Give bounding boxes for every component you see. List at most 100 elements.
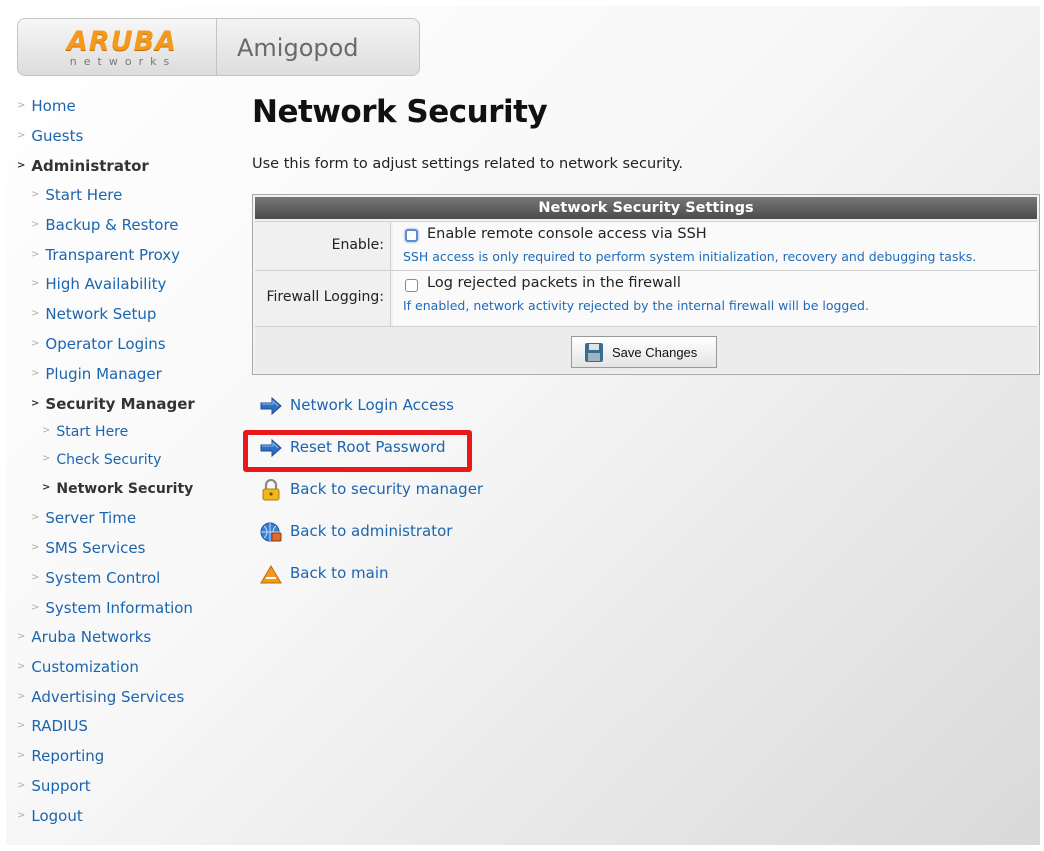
- chevron-right-icon: >: [17, 810, 26, 821]
- sidebar-item-label: Support: [31, 777, 91, 795]
- sidebar-item-guests[interactable]: > Guests: [17, 127, 83, 145]
- firewall-label-text: Firewall Logging:: [266, 289, 384, 305]
- sidebar-item-label: Operator Logins: [45, 335, 166, 353]
- sidebar-item-radius[interactable]: > RADIUS: [17, 717, 88, 735]
- chevron-right-icon: >: [31, 602, 40, 613]
- sidebar-item-logout[interactable]: > Logout: [17, 807, 83, 825]
- firewall-hint: If enabled, network activity rejected by…: [403, 298, 869, 313]
- sidebar-item-network-security[interactable]: > Network Security: [42, 481, 193, 497]
- save-row: Save Changes: [255, 326, 1037, 373]
- lock-icon: [262, 479, 280, 501]
- sidebar-item-support[interactable]: > Support: [17, 777, 91, 795]
- sidebar-item-label: Administrator: [31, 157, 149, 175]
- chevron-right-icon: >: [42, 425, 51, 436]
- network-security-form: Network Security Settings Enable: Enable…: [252, 194, 1040, 375]
- chevron-right-icon: >: [17, 780, 26, 791]
- chevron-right-icon: >: [31, 398, 40, 409]
- sidebar-item-label: Network Setup: [45, 305, 157, 323]
- enable-row: Enable: Enable remote console access via…: [255, 221, 1037, 270]
- sidebar-item-home[interactable]: > Home: [17, 97, 76, 115]
- floppy-disk-icon: [585, 343, 603, 362]
- chevron-right-icon: >: [17, 691, 26, 702]
- product-tab[interactable]: Amigopod: [217, 18, 420, 76]
- sidebar-item-aruba-networks[interactable]: > Aruba Networks: [17, 628, 151, 646]
- chevron-right-icon: >: [31, 368, 40, 379]
- sidebar-item-label: Backup & Restore: [45, 216, 179, 234]
- sidebar-item-label: System Information: [45, 599, 193, 617]
- sidebar-item-label: Aruba Networks: [31, 628, 152, 646]
- sidebar-item-label: Start Here: [56, 424, 129, 440]
- link-label: Back to administrator: [290, 522, 453, 540]
- arrow-right-icon: [260, 396, 282, 416]
- sidebar-item-label: Server Time: [45, 509, 137, 527]
- sidebar-item-label: Security Manager: [45, 395, 195, 413]
- sidebar-item-advertising-services[interactable]: > Advertising Services: [17, 688, 184, 706]
- sidebar-item-security-manager[interactable]: > Security Manager: [31, 395, 195, 413]
- chevron-right-icon: >: [31, 542, 40, 553]
- firewall-value: Log rejected packets in the firewall If …: [393, 271, 1037, 327]
- sidebar-item-label: Logout: [31, 807, 83, 825]
- sidebar-item-administrator[interactable]: > Administrator: [17, 157, 149, 175]
- sidebar-item-plugin-manager[interactable]: > Plugin Manager: [31, 365, 162, 383]
- chevron-right-icon: >: [31, 572, 40, 583]
- app-frame: ARUBA networks Amigopod > Home > Guests > A…: [6, 6, 1040, 845]
- sidebar-item-start-here[interactable]: > Start Here: [31, 186, 122, 204]
- sidebar-item-sms-services[interactable]: > SMS Services: [31, 539, 145, 557]
- firewall-row: Firewall Logging: Log rejected packets i…: [255, 270, 1037, 327]
- aruba-logo[interactable]: ARUBA networks: [17, 18, 217, 76]
- chevron-right-icon: >: [31, 278, 40, 289]
- sidebar-item-label: Reporting: [31, 747, 105, 765]
- ssh-hint: SSH access is only required to perform s…: [403, 249, 977, 264]
- form-header: Network Security Settings: [255, 197, 1037, 219]
- sidebar-item-label: Plugin Manager: [45, 365, 162, 383]
- sidebar-item-high-availability[interactable]: > High Availability: [31, 275, 166, 293]
- chevron-right-icon: >: [31, 219, 40, 230]
- chevron-right-icon: >: [17, 631, 26, 642]
- enable-value: Enable remote console access via SSH SSH…: [393, 222, 1037, 270]
- firewall-checkbox[interactable]: [405, 279, 418, 292]
- sidebar-item-label: Customization: [31, 658, 139, 676]
- link-label: Back to main: [290, 564, 389, 582]
- product-name: Amigopod: [237, 34, 359, 62]
- save-changes-button[interactable]: Save Changes: [571, 336, 717, 368]
- firewall-option-label[interactable]: Log rejected packets in the firewall: [427, 275, 681, 291]
- chevron-right-icon: >: [31, 189, 40, 200]
- sidebar-item-label: Network Security: [56, 481, 194, 497]
- ssh-checkbox[interactable]: [405, 229, 418, 242]
- sidebar-item-operator-logins[interactable]: > Operator Logins: [31, 335, 166, 353]
- sidebar-item-security-start-here[interactable]: > Start Here: [42, 424, 128, 440]
- sidebar-item-label: RADIUS: [31, 717, 88, 735]
- sidebar-item-label: System Control: [45, 569, 161, 587]
- sidebar-item-label: Home: [31, 97, 76, 115]
- sidebar-item-customization[interactable]: > Customization: [17, 658, 139, 676]
- sidebar-item-system-information[interactable]: > System Information: [31, 599, 193, 617]
- sidebar-item-reporting[interactable]: > Reporting: [17, 747, 104, 765]
- chevron-right-icon: >: [17, 661, 26, 672]
- sidebar-item-label: Check Security: [56, 452, 162, 468]
- logo-word: ARUBA: [66, 26, 178, 57]
- sidebar-item-network-setup[interactable]: > Network Setup: [31, 305, 156, 323]
- sidebar-item-label: Guests: [31, 127, 84, 145]
- chevron-right-icon: >: [17, 720, 26, 731]
- reset-root-password-highlight: [243, 430, 472, 472]
- sidebar-item-check-security[interactable]: > Check Security: [42, 452, 161, 468]
- logo-subtitle: networks: [69, 55, 177, 68]
- sidebar-item-label: SMS Services: [45, 539, 146, 557]
- sidebar-item-backup-restore[interactable]: > Backup & Restore: [31, 216, 179, 234]
- sidebar-item-transparent-proxy[interactable]: > Transparent Proxy: [31, 246, 180, 264]
- chevron-right-icon: >: [17, 160, 26, 171]
- sidebar-item-label: Transparent Proxy: [45, 246, 181, 264]
- sidebar-item-server-time[interactable]: > Server Time: [31, 509, 136, 527]
- sidebar-item-label: Start Here: [45, 186, 123, 204]
- enable-label-text: Enable:: [331, 237, 384, 253]
- ssh-option-label[interactable]: Enable remote console access via SSH: [427, 226, 707, 242]
- link-label: Network Login Access: [290, 396, 454, 414]
- chevron-right-icon: >: [42, 482, 51, 493]
- sidebar-item-label: High Availability: [45, 275, 167, 293]
- firewall-label: Firewall Logging:: [255, 271, 391, 327]
- save-button-label: Save Changes: [612, 345, 698, 360]
- chevron-right-icon: >: [31, 249, 40, 260]
- sidebar-item-label: Advertising Services: [31, 688, 185, 706]
- sidebar-item-system-control[interactable]: > System Control: [31, 569, 160, 587]
- chevron-right-icon: >: [31, 338, 40, 349]
